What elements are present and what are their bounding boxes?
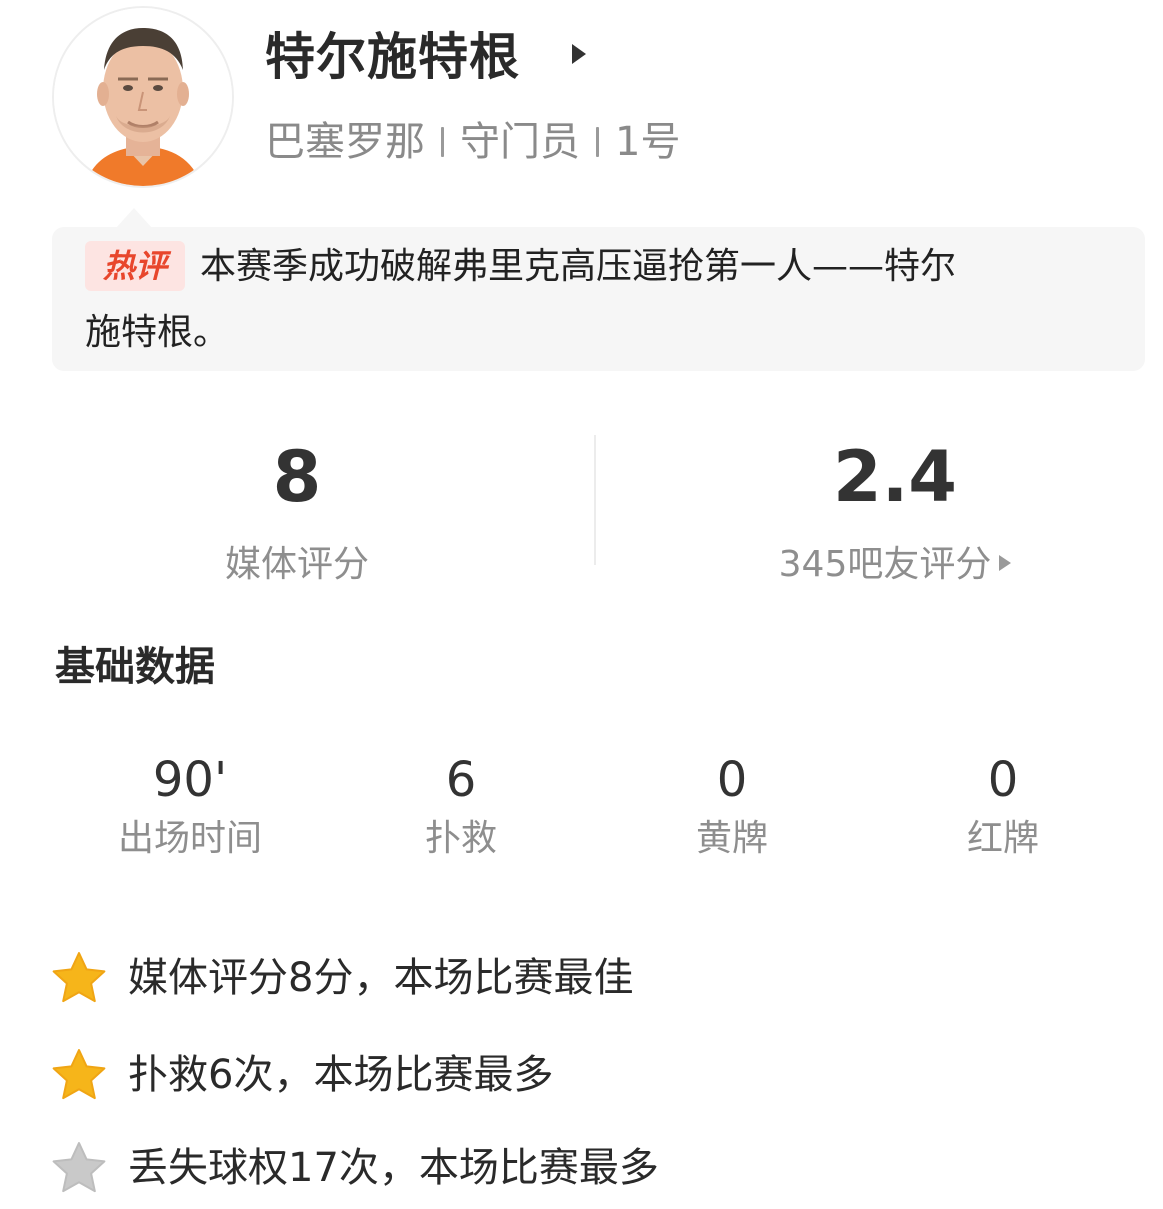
stat-saves-value: 6 — [445, 752, 477, 808]
club-name: 巴塞罗那 — [265, 119, 425, 165]
stat-minutes-value: 90' — [152, 752, 228, 808]
highlight-item: 扑救6次，本场比赛最多 — [50, 1040, 1050, 1110]
stat-yellow-cards-value: 0 — [716, 752, 748, 808]
media-rating-value: 8 — [272, 436, 322, 518]
player-name[interactable]: 特尔施特根 — [265, 22, 520, 92]
fan-rating-link[interactable]: 345吧友评分 — [695, 537, 1095, 593]
player-subinfo: 巴塞罗那 守门员 1号 — [265, 112, 680, 172]
stat-minutes-label: 出场时间 — [117, 818, 262, 859]
player-avatar[interactable] — [52, 6, 234, 188]
hot-comment-badge: 热评 — [85, 241, 185, 291]
fan-rating-label: 345吧友评分 — [778, 544, 992, 585]
highlight-text: 媒体评分8分，本场比赛最佳 — [128, 955, 634, 1001]
comment-pointer — [116, 208, 152, 228]
player-position: 守门员 — [460, 119, 580, 165]
stat-red-cards-label: 红牌 — [966, 818, 1039, 859]
highlight-text: 扑救6次，本场比赛最多 — [128, 1052, 554, 1098]
star-gold-icon — [52, 1049, 106, 1100]
hot-comment-text-continued: 施特根。 — [85, 312, 230, 353]
player-match-card: 特尔施特根 巴塞罗那 守门员 1号 热评 本赛季成功破解弗里克高压逼抢第一人——… — [0, 0, 1163, 1209]
hot-comment-text: 本赛季成功破解弗里克高压逼抢第一人——特尔 — [200, 246, 957, 287]
highlight-text: 丢失球权17次，本场比赛最多 — [128, 1145, 659, 1191]
player-photo-icon — [54, 8, 232, 186]
media-rating-label: 媒体评分 — [224, 544, 369, 585]
ratings-divider — [594, 435, 596, 565]
stat-yellow-cards-label: 黄牌 — [695, 818, 768, 859]
chevron-right-icon — [999, 555, 1012, 571]
player-number: 1号 — [615, 119, 681, 165]
fan-rating-value[interactable]: 2.4 — [695, 432, 1095, 522]
divider — [596, 127, 599, 157]
highlight-item: 媒体评分8分，本场比赛最佳 — [50, 943, 1050, 1013]
basic-stats-title: 基础数据 — [55, 644, 215, 690]
stat-saves-label: 扑救 — [424, 818, 497, 859]
divider — [441, 127, 444, 157]
chevron-right-icon[interactable] — [572, 44, 586, 64]
stat-red-cards-value: 0 — [987, 752, 1019, 808]
highlight-item: 丢失球权17次，本场比赛最多 — [50, 1133, 1050, 1203]
star-gray-icon — [52, 1142, 106, 1193]
star-gold-icon — [52, 952, 106, 1003]
